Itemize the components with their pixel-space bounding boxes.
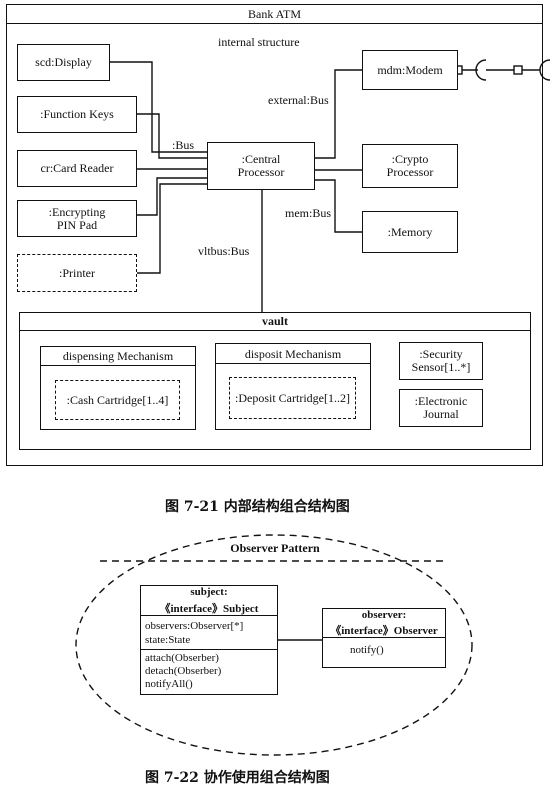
observer-header-type: 《interface》Observer (330, 625, 438, 637)
subject-header-type: 《interface》Subject (159, 603, 259, 615)
subject-header-role: subject: (190, 586, 228, 598)
observer-header-role: observer: (361, 609, 407, 621)
subject-attr-divider (140, 649, 278, 650)
subject-attr-state: state:State (145, 634, 191, 646)
subject-op-notifyall: notifyAll() (145, 678, 193, 690)
observer-op-notify: notify() (350, 644, 384, 656)
observer-pattern-title: Observer Pattern (230, 541, 320, 555)
subject-op-attach: attach(Obserber) (145, 652, 219, 664)
figure-7-22-caption: 图 7-22 协作使用组合结构图 (145, 770, 330, 786)
subject-op-detach: detach(Obserber) (145, 665, 222, 677)
subject-attr-observers: observers:Observer[*] (145, 620, 244, 632)
